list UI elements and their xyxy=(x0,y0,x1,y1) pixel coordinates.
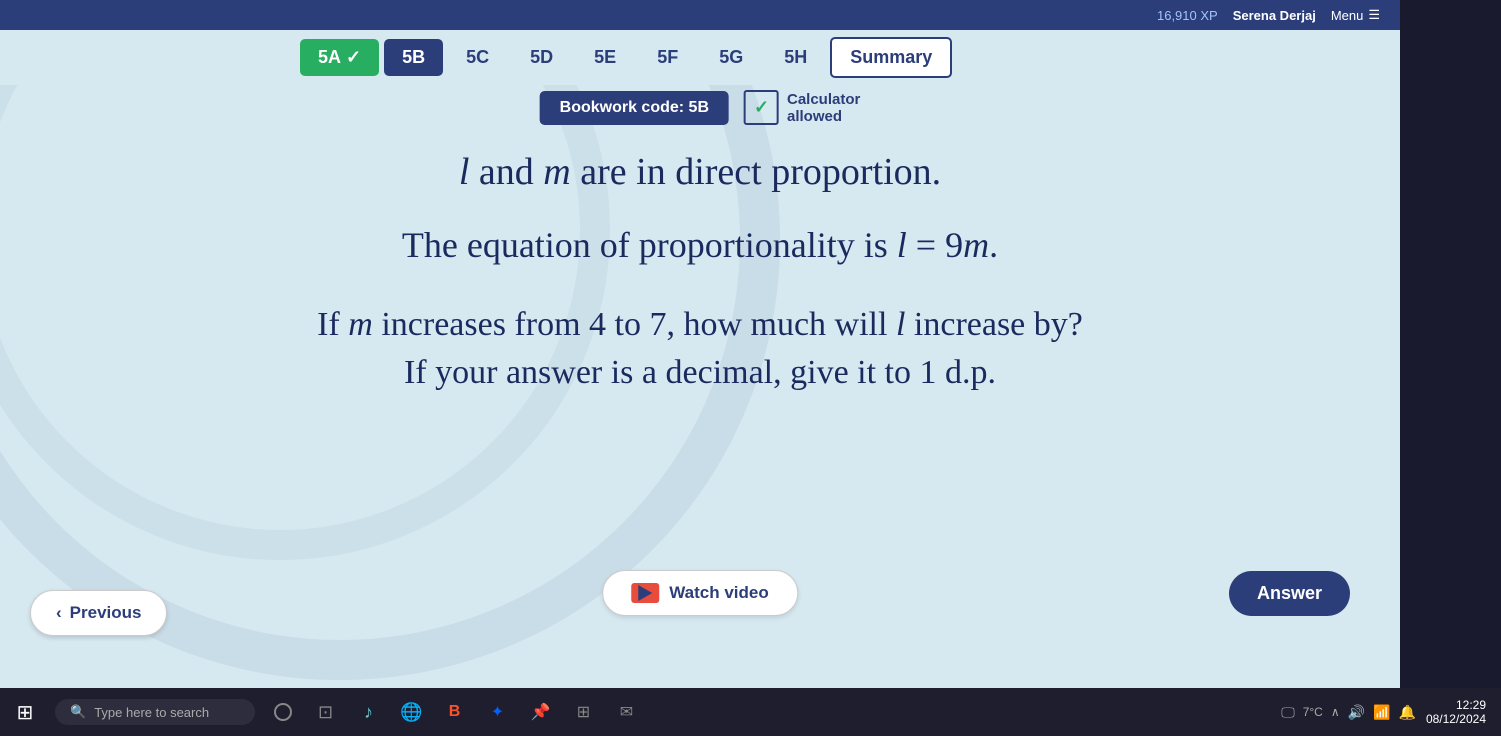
circle-widget xyxy=(274,703,292,721)
q-m: m xyxy=(348,306,373,343)
bookwork-area: Bookwork code: 5B Calculator allowed xyxy=(540,90,861,125)
previous-button[interactable]: ‹ Previous xyxy=(30,590,167,636)
chevron-left-icon: ‹ xyxy=(56,603,62,623)
tab-5D[interactable]: 5D xyxy=(512,39,571,76)
previous-label: Previous xyxy=(70,603,142,623)
menu-label: Menu xyxy=(1331,8,1364,23)
nav-tabs: 5A ✓ 5B 5C 5D 5E 5F 5G 5H Summary xyxy=(0,30,1400,85)
brave-icon: B xyxy=(449,703,461,721)
time: 12:29 xyxy=(1426,698,1486,712)
taskbar-apps-icon[interactable]: ⊞ xyxy=(566,695,601,730)
search-icon: 🔍 xyxy=(70,704,86,720)
question-line4: If your answer is a decimal, give it to … xyxy=(100,354,1300,392)
answer-label: Answer xyxy=(1257,583,1322,603)
taskbar-circle-icon[interactable] xyxy=(265,695,300,730)
right-sidebar xyxy=(1400,0,1501,736)
tab-summary[interactable]: Summary xyxy=(830,37,952,78)
windows-start-button[interactable]: ⊞ xyxy=(0,688,50,736)
play-icon xyxy=(638,585,652,601)
system-tray: 🖵 7°C ∧ 🔊 📶 🔔 xyxy=(1281,704,1416,721)
xp-display: 16,910 XP xyxy=(1157,8,1218,23)
answer-button[interactable]: Answer xyxy=(1229,571,1350,616)
edge-icon: 🌐 xyxy=(400,702,422,723)
tab-5C[interactable]: 5C xyxy=(448,39,507,76)
taskbar-mail-icon[interactable]: ✉ xyxy=(609,695,644,730)
checkmark-icon: ✓ xyxy=(346,47,361,68)
menu-button[interactable]: Menu ☰ xyxy=(1331,7,1380,23)
tab-5C-label: 5C xyxy=(466,47,489,67)
tab-5H[interactable]: 5H xyxy=(766,39,825,76)
calculator-label: Calculator xyxy=(787,91,860,108)
video-icon xyxy=(631,583,659,603)
volume-icon: 🔊 xyxy=(1348,704,1365,721)
notification-icon: 🔔 xyxy=(1399,704,1416,721)
taskbar-icons: ⊡ ♪ 🌐 B ✦ 📌 ⊞ ✉ xyxy=(265,695,644,730)
hamburger-icon: ☰ xyxy=(1368,7,1380,23)
windows-icon: ⊞ xyxy=(17,700,34,725)
tab-5B-label: 5B xyxy=(402,47,425,67)
question-line2: The equation of proportionality is l = 9… xyxy=(100,224,1300,266)
tab-5B[interactable]: 5B xyxy=(384,39,443,76)
question-line1: l and m are in direct proportion. xyxy=(100,150,1300,194)
top-bar: 16,910 XP Serena Derjaj Menu ☰ xyxy=(0,0,1400,30)
up-icon: ∧ xyxy=(1331,705,1340,719)
question-content: l and m are in direct proportion. The eq… xyxy=(100,150,1300,392)
taskbar-pin-icon[interactable]: 📌 xyxy=(523,695,558,730)
calculator-icon xyxy=(744,90,779,125)
taskbar-edge-icon[interactable]: 🌐 xyxy=(394,695,429,730)
time-display: 12:29 08/12/2024 xyxy=(1426,698,1486,726)
screen-icon: 🖵 xyxy=(1281,704,1295,721)
tab-5E[interactable]: 5E xyxy=(576,39,634,76)
tab-summary-label: Summary xyxy=(850,47,932,67)
tab-5G[interactable]: 5G xyxy=(701,39,761,76)
tab-5G-label: 5G xyxy=(719,47,743,67)
calculator-allowed: Calculator allowed xyxy=(744,90,860,125)
tab-5F[interactable]: 5F xyxy=(639,39,696,76)
wifi-icon: 📶 xyxy=(1373,704,1390,721)
tab-5E-label: 5E xyxy=(594,47,616,67)
date: 08/12/2024 xyxy=(1426,712,1486,726)
question-line3: If m increases from 4 to 7, how much wil… xyxy=(100,306,1300,344)
mail-icon: ✉ xyxy=(620,702,633,722)
taskbar-brave-icon[interactable]: B xyxy=(437,695,472,730)
tab-5H-label: 5H xyxy=(784,47,807,67)
eq-l: l xyxy=(897,225,907,265)
taskbar-snap-icon[interactable]: ⊡ xyxy=(308,695,343,730)
temp-display: 7°C xyxy=(1303,705,1323,719)
snap-icon: ⊡ xyxy=(318,702,333,723)
taskbar: ⊞ 🔍 Type here to search ⊡ ♪ 🌐 B ✦ 📌 ⊞ xyxy=(0,688,1501,736)
search-placeholder: Type here to search xyxy=(94,705,209,720)
calculator-text: Calculator allowed xyxy=(787,91,860,125)
main-area: 16,910 XP Serena Derjaj Menu ☰ 5A ✓ 5B 5… xyxy=(0,0,1400,736)
eq-m: m xyxy=(963,225,989,265)
tab-5A-label: 5A xyxy=(318,47,341,68)
tab-5D-label: 5D xyxy=(530,47,553,67)
watch-video-label: Watch video xyxy=(669,583,769,603)
var-m: m xyxy=(543,151,570,193)
taskbar-dropbox-icon[interactable]: ✦ xyxy=(480,695,515,730)
user-display: Serena Derjaj xyxy=(1233,8,1316,23)
pin-icon: 📌 xyxy=(531,702,551,722)
dropbox-icon: ✦ xyxy=(491,702,504,722)
taskbar-right: 🖵 7°C ∧ 🔊 📶 🔔 12:29 08/12/2024 xyxy=(1281,698,1501,726)
q-l: l xyxy=(896,306,905,343)
apps-icon: ⊞ xyxy=(577,702,590,722)
bookwork-badge: Bookwork code: 5B xyxy=(540,91,729,125)
taskbar-search[interactable]: 🔍 Type here to search xyxy=(55,699,255,725)
watch-video-button[interactable]: Watch video xyxy=(602,570,798,616)
calculator-sublabel: allowed xyxy=(787,108,860,125)
tiktok-icon: ♪ xyxy=(364,702,373,723)
taskbar-tiktok-icon[interactable]: ♪ xyxy=(351,695,386,730)
var-l: l xyxy=(459,151,470,193)
tab-5F-label: 5F xyxy=(657,47,678,67)
tab-5A[interactable]: 5A ✓ xyxy=(300,39,379,76)
